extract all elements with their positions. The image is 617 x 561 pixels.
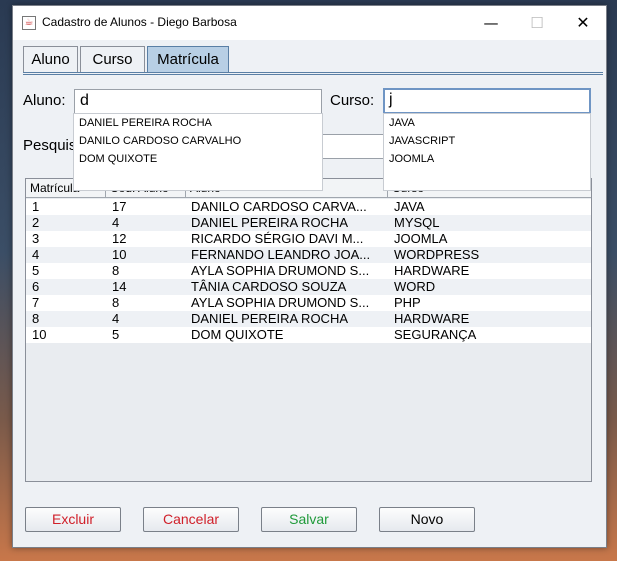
cell-cod-aluno: 14 (112, 279, 127, 294)
aluno-input[interactable]: d (74, 89, 322, 114)
table-row[interactable]: 2 4 DANIEL PEREIRA ROCHA MYSQL (26, 215, 591, 231)
cell-matricula: 8 (32, 311, 40, 326)
window-title: Cadastro de Alunos - Diego Barbosa (42, 15, 237, 29)
cell-cod-aluno: 8 (112, 295, 120, 310)
suggestion-item[interactable]: DOM QUIXOTE (74, 150, 322, 168)
novo-button[interactable]: Novo (379, 507, 475, 532)
table-row[interactable]: 10 5 DOM QUIXOTE SEGURANÇA (26, 327, 591, 343)
cell-matricula: 3 (32, 231, 40, 246)
cell-aluno: DANILO CARDOSO CARVA... (191, 199, 367, 214)
cell-curso: HARDWARE (394, 311, 470, 326)
java-icon: ☕ (22, 16, 36, 30)
table-row[interactable]: 3 12 RICARDO SÉRGIO DAVI M... JOOMLA (26, 231, 591, 247)
cell-curso: PHP (394, 295, 421, 310)
suggestion-item[interactable]: JAVA (384, 114, 590, 132)
table-row[interactable]: 1 17 DANILO CARDOSO CARVA... JAVA (26, 199, 591, 215)
maximize-button[interactable]: ☐ (514, 6, 560, 40)
matricula-table[interactable]: Matrícula Cód. Aluno Aluno Curso 1 17 DA… (25, 178, 592, 482)
cell-cod-aluno: 5 (112, 327, 120, 342)
cell-curso: SEGURANÇA (394, 327, 477, 342)
excluir-button[interactable]: Excluir (25, 507, 121, 532)
cancelar-button[interactable]: Cancelar (143, 507, 239, 532)
tab-curso[interactable]: Curso (80, 46, 145, 72)
cell-aluno: DANIEL PEREIRA ROCHA (191, 215, 349, 230)
cell-cod-aluno: 4 (112, 215, 120, 230)
table-row[interactable]: 8 4 DANIEL PEREIRA ROCHA HARDWARE (26, 311, 591, 327)
cell-curso: WORD (394, 279, 436, 294)
cell-cod-aluno: 10 (112, 247, 127, 262)
cell-curso: JAVA (394, 199, 425, 214)
aluno-label: Aluno: (23, 92, 66, 109)
suggestion-item[interactable]: DANILO CARDOSO CARVALHO (74, 132, 322, 150)
suggestion-item[interactable]: JAVASCRIPT (384, 132, 590, 150)
table-body: 1 17 DANILO CARDOSO CARVA... JAVA 2 4 DA… (26, 199, 591, 343)
cell-curso: HARDWARE (394, 263, 470, 278)
close-button[interactable]: ✕ (560, 6, 606, 40)
cell-matricula: 5 (32, 263, 40, 278)
tab-divider (23, 74, 603, 75)
cell-aluno: RICARDO SÉRGIO DAVI M... (191, 231, 364, 246)
cell-matricula: 4 (32, 247, 40, 262)
table-row[interactable]: 7 8 AYLA SOPHIA DRUMOND S... PHP (26, 295, 591, 311)
cell-matricula: 1 (32, 199, 40, 214)
suggestion-item[interactable]: DANIEL PEREIRA ROCHA (74, 114, 322, 132)
cell-aluno: AYLA SOPHIA DRUMOND S... (191, 295, 370, 310)
aluno-suggestion-list: DANIEL PEREIRA ROCHA DANILO CARDOSO CARV… (73, 113, 323, 191)
cell-cod-aluno: 12 (112, 231, 127, 246)
cell-aluno: FERNANDO LEANDRO JOA... (191, 247, 371, 262)
main-window: ☕ Cadastro de Alunos - Diego Barbosa — ☐… (12, 5, 607, 548)
curso-label: Curso: (330, 92, 375, 109)
cell-aluno: DANIEL PEREIRA ROCHA (191, 311, 349, 326)
cell-curso: JOOMLA (394, 231, 448, 246)
title-bar: ☕ Cadastro de Alunos - Diego Barbosa — ☐… (13, 6, 606, 40)
tab-matricula[interactable]: Matrícula (147, 46, 229, 72)
cell-aluno: TÂNIA CARDOSO SOUZA (191, 279, 347, 294)
table-row[interactable]: 5 8 AYLA SOPHIA DRUMOND S... HARDWARE (26, 263, 591, 279)
cell-matricula: 6 (32, 279, 40, 294)
minimize-button[interactable]: — (468, 6, 514, 40)
cell-cod-aluno: 8 (112, 263, 120, 278)
table-row[interactable]: 6 14 TÂNIA CARDOSO SOUZA WORD (26, 279, 591, 295)
cell-matricula: 10 (32, 327, 47, 342)
cell-cod-aluno: 17 (112, 199, 127, 214)
cell-aluno: DOM QUIXOTE (191, 327, 284, 342)
cell-cod-aluno: 4 (112, 311, 120, 326)
curso-suggestion-list: JAVA JAVASCRIPT JOOMLA (383, 113, 591, 191)
cell-matricula: 2 (32, 215, 40, 230)
cell-curso: MYSQL (394, 215, 440, 230)
curso-input[interactable]: j (383, 88, 591, 114)
cell-curso: WORDPRESS (394, 247, 480, 262)
salvar-button[interactable]: Salvar (261, 507, 357, 532)
cell-matricula: 7 (32, 295, 40, 310)
table-row[interactable]: 4 10 FERNANDO LEANDRO JOA... WORDPRESS (26, 247, 591, 263)
suggestion-item[interactable]: JOOMLA (384, 150, 590, 168)
tab-divider (23, 72, 603, 73)
tab-aluno[interactable]: Aluno (23, 46, 78, 72)
cell-aluno: AYLA SOPHIA DRUMOND S... (191, 263, 370, 278)
